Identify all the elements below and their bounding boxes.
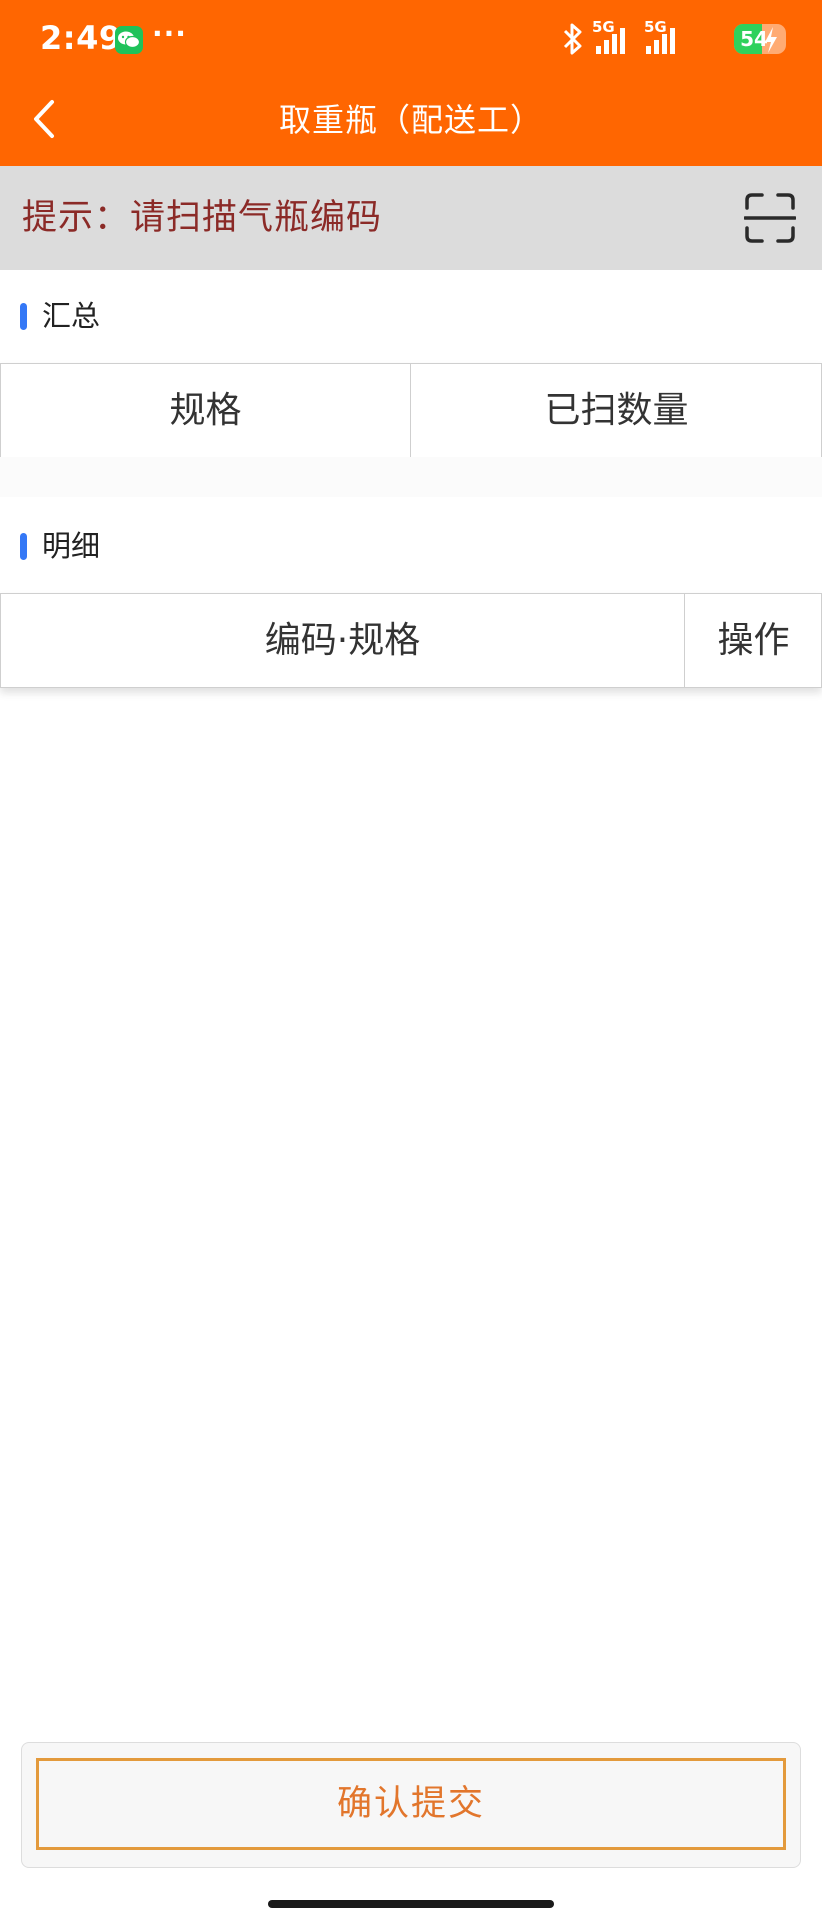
wechat-notification-icon <box>115 26 143 54</box>
submit-bar: 确认提交 <box>21 1742 801 1868</box>
chevron-left-icon <box>34 100 54 138</box>
signal-icon-2 <box>646 28 675 54</box>
battery-percent: 54 <box>740 27 768 51</box>
detail-table-header: 编码·规格 操作 <box>0 593 822 688</box>
section-marker <box>20 303 27 330</box>
summary-table-header: 规格 已扫数量 <box>0 363 822 458</box>
bluetooth-icon <box>563 23 582 55</box>
battery-icon: 54 <box>734 24 786 54</box>
detail-col-code-spec: 编码·规格 <box>264 620 421 661</box>
home-indicator <box>268 1900 554 1908</box>
scan-frame-icon <box>743 193 797 243</box>
detail-col-action: 操作 <box>684 594 822 687</box>
summary-col-scanned-count: 已扫数量 <box>410 364 822 457</box>
confirm-submit-button[interactable]: 确认提交 <box>36 1758 786 1850</box>
nav-bar: 取重瓶（配送工） <box>0 80 822 166</box>
app-header: 2:49 ··· 5G 5G 54 取重瓶（配送工） <box>0 0 822 166</box>
summary-col-spec: 规格 <box>169 390 242 431</box>
back-button[interactable] <box>22 94 72 144</box>
status-bar: 2:49 ··· 5G 5G 54 <box>0 0 822 80</box>
section-marker <box>20 533 27 560</box>
status-time: 2:49 <box>40 19 122 57</box>
section-divider <box>0 457 822 497</box>
scan-hint-text: 提示：请扫描气瓶编码 <box>22 198 383 238</box>
scan-hint-bar: 提示：请扫描气瓶编码 <box>0 166 822 270</box>
page-title: 取重瓶（配送工） <box>278 101 543 139</box>
scan-button[interactable] <box>743 192 797 244</box>
more-notifications-icon: ··· <box>152 17 187 50</box>
signal-icon-1 <box>596 28 625 54</box>
